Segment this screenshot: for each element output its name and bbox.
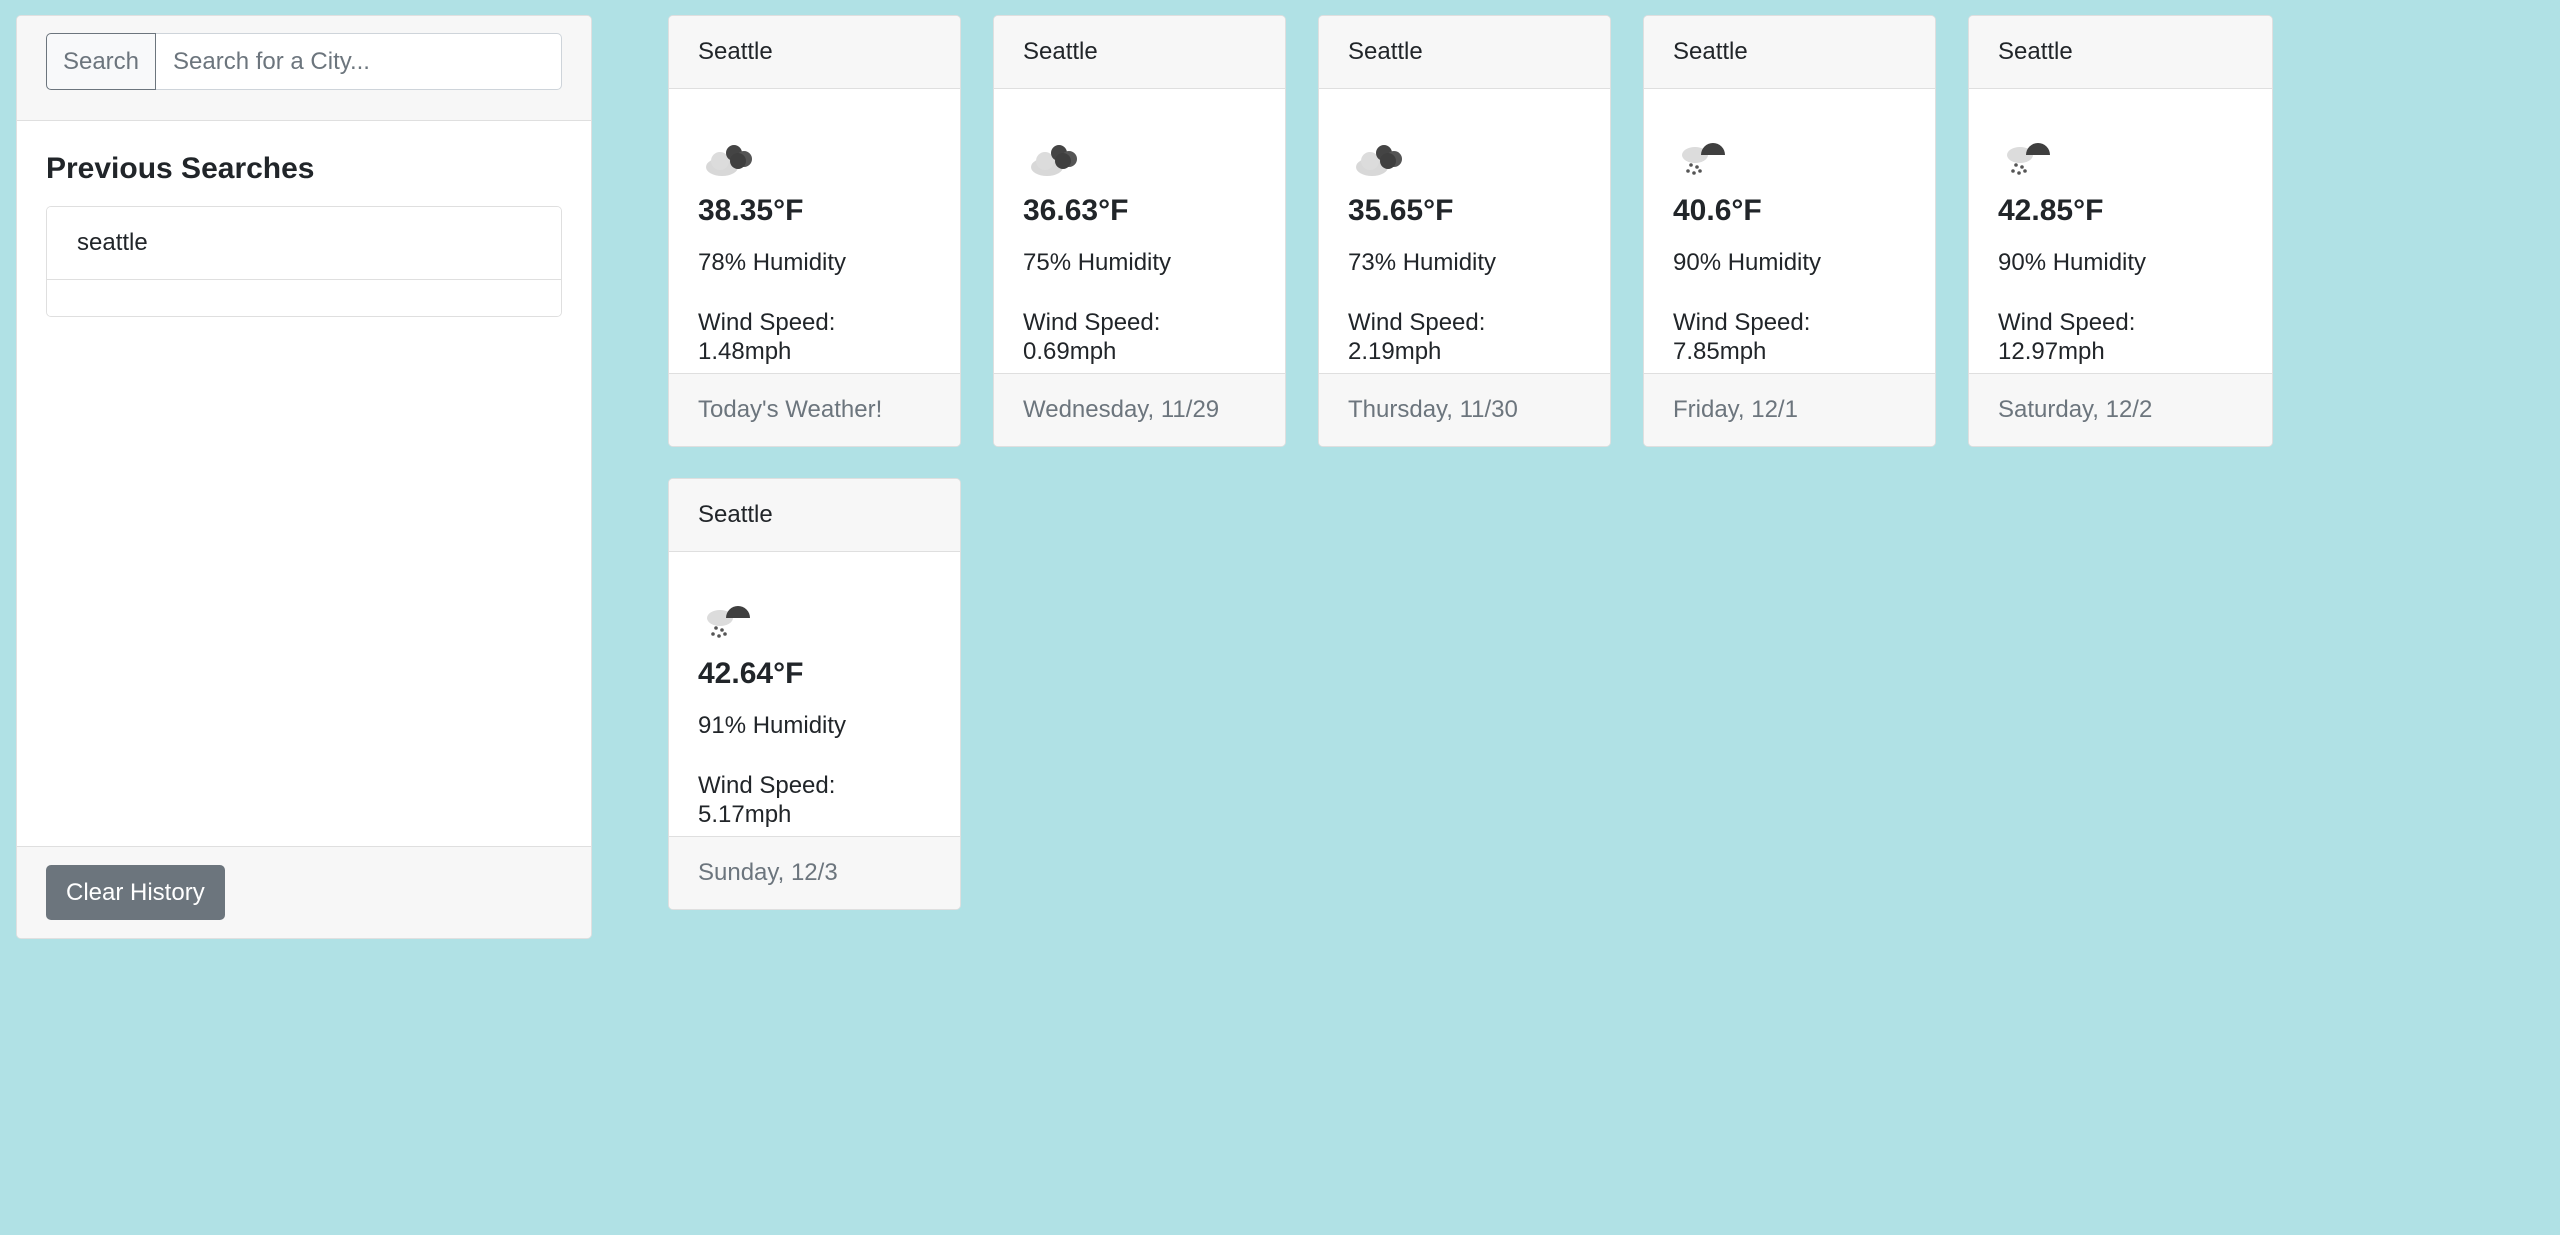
temperature: 40.6°F: [1673, 194, 1762, 227]
rain-cloud-icon: [1682, 143, 1725, 175]
card-body: 36.63°F 75% Humidity Wind Speed: 0.69mph: [994, 89, 1285, 373]
weather-card: Seattle 38.35°F 78% Humidity Wind Speed:…: [668, 15, 961, 447]
sidebar: Search Previous Searches seattle Clear H…: [16, 15, 592, 939]
wind-speed: Wind Speed: 12.97mph: [1998, 308, 2136, 365]
temperature: 36.63°F: [1023, 194, 1129, 227]
humidity: 90% Humidity: [1998, 249, 2147, 276]
weather-card: Seattle 42.85°F 90% Humidity Wind Speed:…: [1968, 15, 2273, 447]
card-date: Thursday, 11/30: [1319, 373, 1610, 446]
card-city: Seattle: [994, 16, 1285, 89]
card-date: Sunday, 12/3: [669, 836, 960, 909]
card-city: Seattle: [1319, 16, 1610, 89]
wind-speed: Wind Speed: 2.19mph: [1348, 308, 1486, 365]
cloudy-icon: [1031, 145, 1077, 176]
rain-cloud-icon: [707, 606, 750, 638]
card-city: Seattle: [669, 16, 960, 89]
weather-card: Seattle 40.6°F 90% Humidity Wind Speed: …: [1643, 15, 1936, 447]
weather-card: Seattle 42.64°F 91% Humidity Wind Speed:…: [668, 478, 961, 910]
history-list: seattle: [46, 206, 562, 317]
cloudy-icon: [706, 145, 752, 176]
weather-card: Seattle 36.63°F 75% Humidity Wind Speed:…: [993, 15, 1286, 447]
temperature: 35.65°F: [1348, 194, 1454, 227]
humidity: 91% Humidity: [698, 712, 847, 739]
search-button[interactable]: Search: [46, 33, 156, 90]
temperature: 38.35°F: [698, 194, 804, 227]
card-date: Today's Weather!: [669, 373, 960, 446]
wind-speed: Wind Speed: 7.85mph: [1673, 308, 1811, 365]
card-date: Friday, 12/1: [1644, 373, 1935, 446]
rain-cloud-icon: [2007, 143, 2050, 175]
city-search-input[interactable]: [156, 33, 562, 90]
history-item[interactable]: seattle: [47, 207, 561, 280]
temperature: 42.85°F: [1998, 194, 2104, 227]
history-item-empty: [47, 280, 561, 316]
weather-card: Seattle 35.65°F 73% Humidity Wind Speed:…: [1318, 15, 1611, 447]
previous-searches-title: Previous Searches: [46, 152, 315, 185]
card-body: 42.85°F 90% Humidity Wind Speed: 12.97mp…: [1969, 89, 2272, 373]
temperature: 42.64°F: [698, 657, 804, 690]
history-panel: Previous Searches seattle: [17, 121, 591, 846]
history-footer: Clear History: [17, 846, 591, 938]
card-date: Wednesday, 11/29: [994, 373, 1285, 446]
card-body: 42.64°F 91% Humidity Wind Speed: 5.17mph: [669, 552, 960, 836]
humidity: 75% Humidity: [1023, 249, 1172, 276]
card-city: Seattle: [1644, 16, 1935, 89]
cloudy-icon: [1356, 145, 1402, 176]
wind-speed: Wind Speed: 5.17mph: [698, 771, 836, 828]
humidity: 78% Humidity: [698, 249, 847, 276]
card-body: 40.6°F 90% Humidity Wind Speed: 7.85mph: [1644, 89, 1935, 373]
card-body: 35.65°F 73% Humidity Wind Speed: 2.19mph: [1319, 89, 1610, 373]
card-city: Seattle: [669, 479, 960, 552]
humidity: 90% Humidity: [1673, 249, 1822, 276]
wind-speed: Wind Speed: 1.48mph: [698, 308, 836, 365]
card-body: 38.35°F 78% Humidity Wind Speed: 1.48mph: [669, 89, 960, 373]
clear-history-button[interactable]: Clear History: [46, 865, 225, 920]
card-city: Seattle: [1969, 16, 2272, 89]
search-group: Search: [46, 33, 562, 90]
search-panel: Search: [17, 16, 591, 121]
card-date: Saturday, 12/2: [1969, 373, 2272, 446]
wind-speed: Wind Speed: 0.69mph: [1023, 308, 1161, 365]
humidity: 73% Humidity: [1348, 249, 1497, 276]
